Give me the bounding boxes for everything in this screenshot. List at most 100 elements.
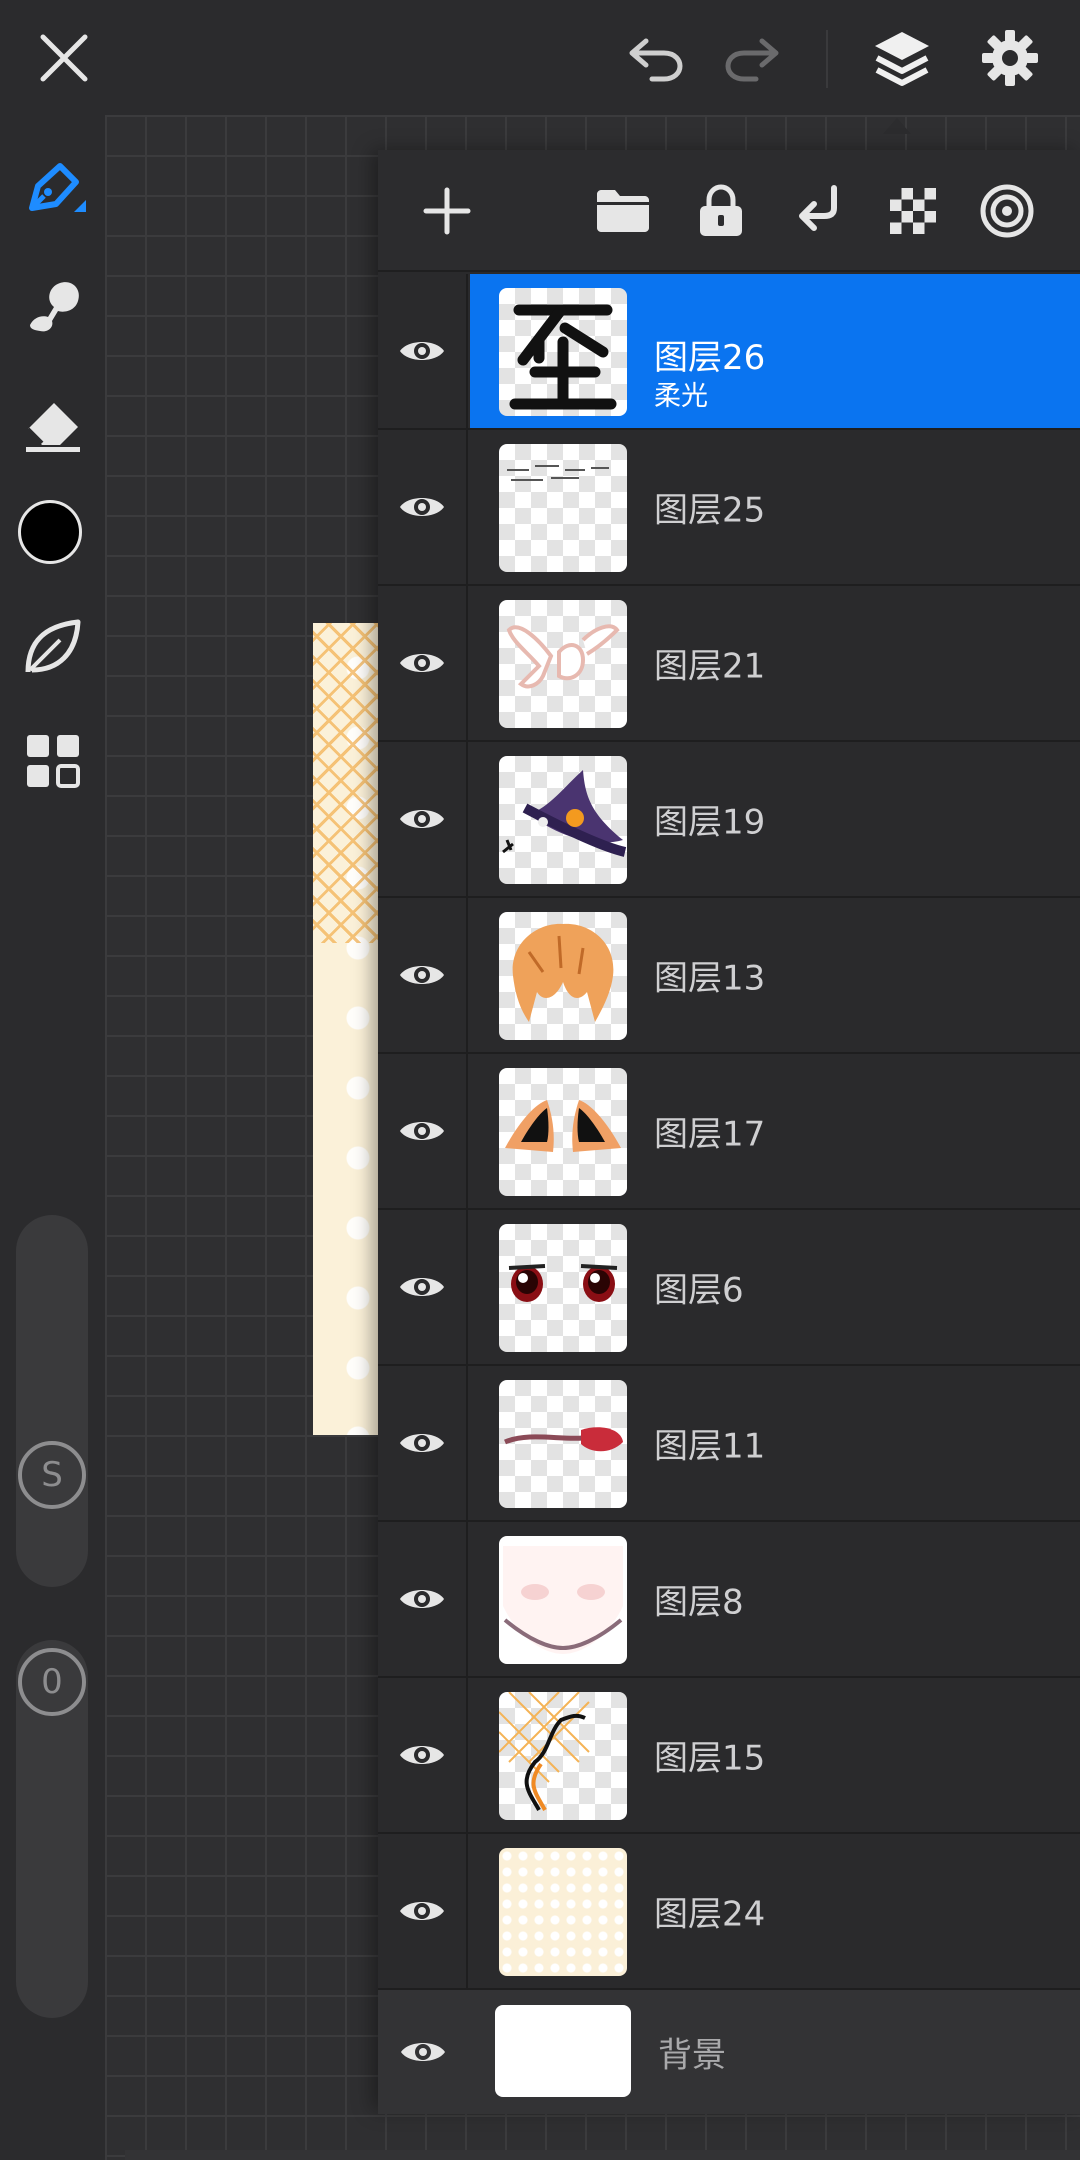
background-layer-row[interactable]: 背景 [378, 1990, 1080, 2114]
layer-thumbnail [499, 756, 627, 884]
visibility-toggle[interactable] [378, 1210, 468, 1364]
opacity-knob[interactable]: 0 [18, 1648, 86, 1716]
visibility-toggle[interactable] [378, 1054, 468, 1208]
layer-name: 图层15 [654, 1738, 766, 1779]
eye-icon[interactable] [398, 648, 446, 678]
layer-thumbnail [499, 1536, 627, 1664]
visibility-toggle[interactable] [378, 742, 468, 896]
background-color-thumbnail[interactable] [495, 2005, 631, 2097]
visibility-toggle[interactable] [378, 586, 468, 740]
smudge-tool-icon[interactable] [14, 265, 92, 343]
layer-row[interactable]: 图层19 [378, 742, 1080, 898]
eye-icon[interactable] [398, 492, 446, 522]
layer-body[interactable]: 图层17 [470, 1054, 1080, 1208]
layers-panel-header [378, 150, 1080, 272]
grid-tool-icon[interactable] [14, 722, 92, 800]
eye-icon[interactable] [398, 1584, 446, 1614]
layer-row[interactable]: 图层26 柔光 [378, 274, 1080, 430]
layer-thumbnail [499, 1224, 627, 1352]
layer-name: 图层8 [654, 1582, 744, 1623]
layer-body[interactable]: 图层8 [470, 1522, 1080, 1676]
color-swatch[interactable] [18, 500, 82, 564]
layer-body[interactable]: 图层21 [470, 586, 1080, 740]
size-slider-label: S [41, 1455, 63, 1495]
layer-row[interactable]: 图层17 [378, 1054, 1080, 1210]
brush-size-knob[interactable]: S [18, 1441, 86, 1509]
layer-name: 图层17 [654, 1114, 766, 1155]
layer-thumbnail [499, 1380, 627, 1508]
merge-down-icon[interactable] [783, 176, 853, 246]
toolbar-separator [826, 30, 828, 88]
layer-body[interactable]: 图层25 [470, 430, 1080, 584]
eye-icon[interactable] [398, 1428, 446, 1458]
layer-body[interactable]: 图层11 [470, 1366, 1080, 1520]
visibility-toggle[interactable] [378, 1990, 468, 2114]
layers-panel: 图层26 柔光 图层25 图层21 图层19 图层13 图层17 图层6 图层1… [378, 150, 1080, 2114]
visibility-toggle[interactable] [378, 898, 468, 1052]
eye-icon[interactable] [398, 336, 446, 366]
visibility-toggle[interactable] [378, 1678, 468, 1832]
layer-thumbnail [499, 912, 627, 1040]
layer-row[interactable]: 图层21 [378, 586, 1080, 742]
eye-icon[interactable] [399, 2037, 447, 2067]
eye-icon[interactable] [398, 960, 446, 990]
layer-list: 图层26 柔光 图层25 图层21 图层19 图层13 图层17 图层6 图层1… [378, 274, 1080, 2114]
panel-caret [883, 118, 911, 134]
alpha-lock-icon[interactable] [878, 176, 948, 246]
brush-size-slider[interactable] [16, 1215, 88, 1587]
layer-name: 背景 [658, 2035, 726, 2076]
undo-icon[interactable] [618, 20, 694, 96]
layer-body[interactable]: 图层15 [470, 1678, 1080, 1832]
leaf-tool-icon[interactable] [14, 608, 92, 686]
layer-thumbnail [499, 444, 627, 572]
visibility-toggle[interactable] [378, 1522, 468, 1676]
layer-row[interactable]: 图层6 [378, 1210, 1080, 1366]
layer-row[interactable]: 图层15 [378, 1678, 1080, 1834]
layer-thumbnail [499, 1848, 627, 1976]
layer-body[interactable]: 图层6 [470, 1210, 1080, 1364]
layer-name: 图层11 [654, 1426, 766, 1467]
add-layer-icon[interactable] [412, 176, 482, 246]
layer-row[interactable]: 图层13 [378, 898, 1080, 1054]
layer-row[interactable]: 图层25 [378, 430, 1080, 586]
eye-icon[interactable] [398, 1896, 446, 1926]
pen-tool-icon[interactable] [14, 152, 92, 230]
redo-icon[interactable] [714, 20, 790, 96]
visibility-toggle[interactable] [378, 430, 468, 584]
layer-row[interactable]: 图层8 [378, 1522, 1080, 1678]
layers-icon[interactable] [864, 20, 940, 96]
layer-name: 图层26 [654, 338, 766, 378]
layer-thumbnail [499, 600, 627, 728]
eye-icon[interactable] [398, 1272, 446, 1302]
layer-name: 图层25 [654, 490, 766, 531]
settings-icon[interactable] [972, 20, 1048, 96]
folder-icon[interactable] [588, 176, 658, 246]
layer-row[interactable]: 图层11 [378, 1366, 1080, 1522]
layer-thumbnail [499, 288, 627, 416]
layer-name: 图层13 [654, 958, 766, 999]
visibility-toggle[interactable] [378, 274, 468, 428]
layer-name: 图层19 [654, 802, 766, 843]
visibility-toggle[interactable] [378, 1834, 468, 1988]
layer-name: 图层21 [654, 646, 766, 687]
current-color[interactable] [18, 500, 82, 564]
layer-body[interactable]: 图层24 [470, 1834, 1080, 1988]
lock-icon[interactable] [686, 176, 756, 246]
layer-name: 图层6 [654, 1270, 744, 1311]
eye-icon[interactable] [398, 1116, 446, 1146]
opacity-slider-label: 0 [41, 1662, 63, 1702]
layer-thumbnail [499, 1068, 627, 1196]
layer-body[interactable]: 图层19 [470, 742, 1080, 896]
layer-body[interactable]: 图层26 柔光 [470, 274, 1080, 428]
target-icon[interactable] [972, 176, 1042, 246]
layer-body[interactable]: 图层13 [470, 898, 1080, 1052]
layer-row[interactable]: 图层24 [378, 1834, 1080, 1990]
visibility-toggle[interactable] [378, 1366, 468, 1520]
eraser-tool-icon[interactable] [14, 383, 92, 461]
eye-icon[interactable] [398, 1740, 446, 1770]
close-icon[interactable] [26, 20, 102, 96]
layer-blend-mode[interactable]: 柔光 [654, 374, 708, 413]
layer-thumbnail [499, 1692, 627, 1820]
eye-icon[interactable] [398, 804, 446, 834]
top-bar [0, 0, 1080, 115]
